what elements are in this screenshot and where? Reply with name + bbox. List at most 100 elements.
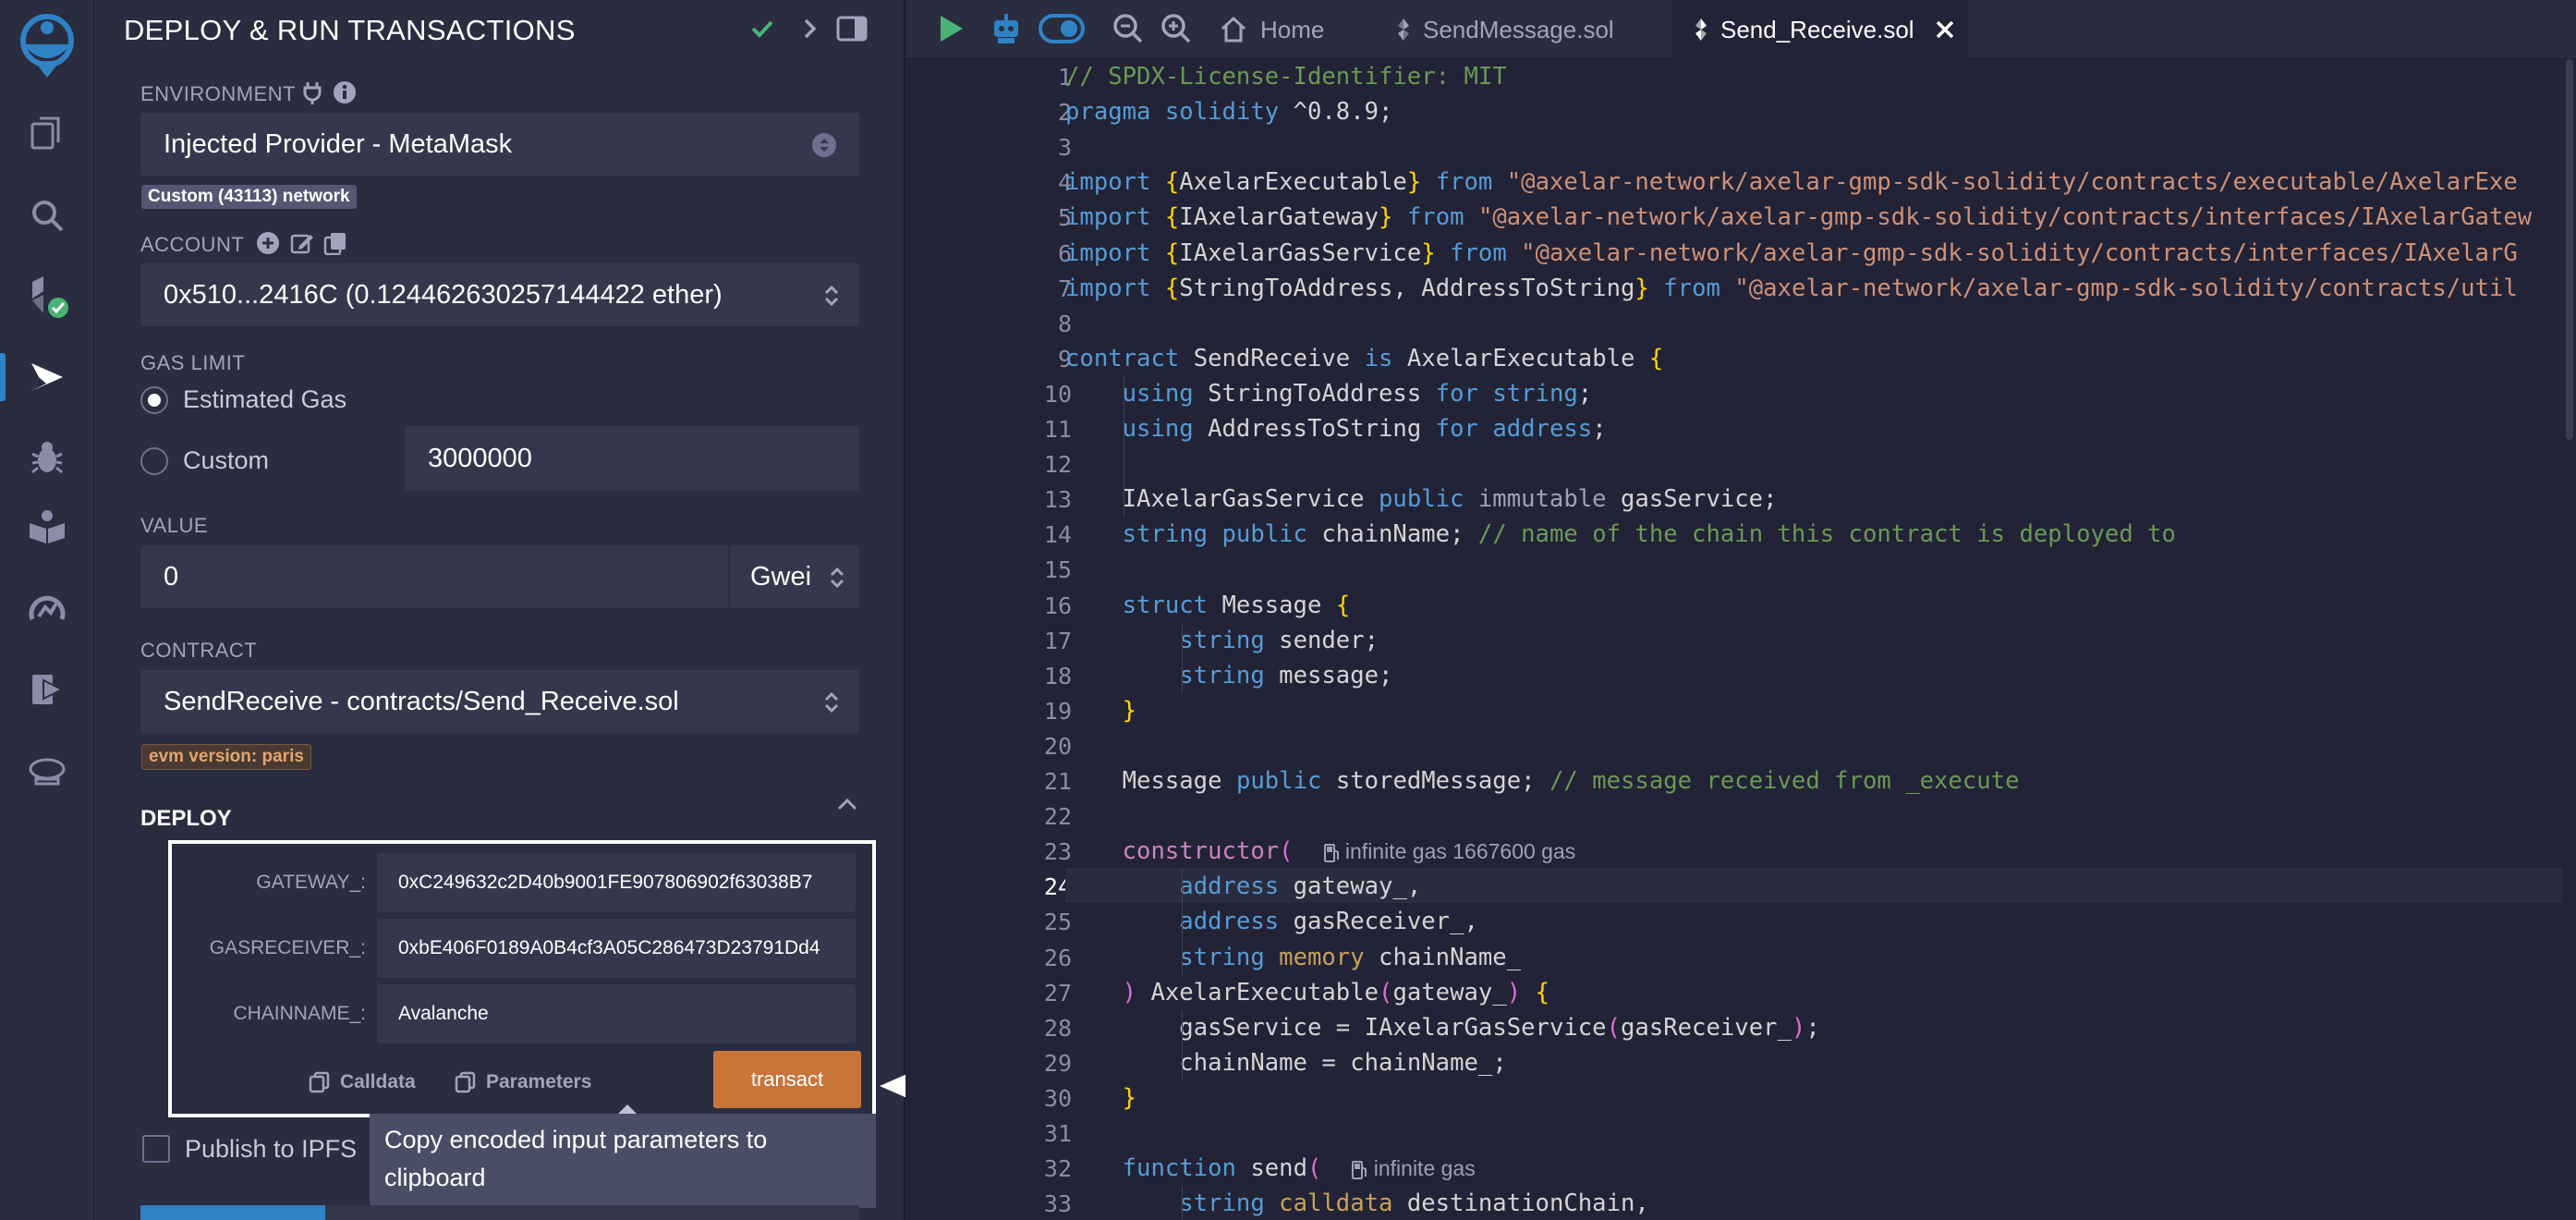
code-line: string public chainName; // name of the … [1122, 520, 2176, 549]
param-label: CHAINNAME_: [233, 1003, 366, 1024]
run-script-icon[interactable] [19, 662, 75, 717]
line-number: 32 [1043, 1155, 1072, 1183]
account-label: ACCOUNT [140, 233, 245, 256]
line-number: 9 [1057, 345, 1072, 372]
line-number: 2 [1057, 99, 1072, 127]
account-select[interactable]: 0x510...2416C (0.124462630257144422 ethe… [140, 263, 859, 326]
deploy-button[interactable] [140, 1205, 325, 1220]
line-number: 26 [1043, 944, 1072, 971]
transact-button[interactable]: transact [713, 1051, 861, 1108]
value-unit: Gwei [750, 561, 812, 592]
line-number: 19 [1043, 697, 1072, 725]
gateway-input[interactable]: 0xC249632c2D40b9001FE907806902f63038B7 [377, 853, 856, 912]
network-badge: Custom (43113) network [141, 185, 357, 209]
value-input[interactable]: 0 [140, 545, 728, 608]
indent-guide [1182, 869, 1183, 975]
line-number: 13 [1043, 486, 1072, 514]
gas-estimate-text: infinite gas [1373, 1156, 1476, 1181]
code-line: IAxelarGasService public immutable gasSe… [1122, 485, 1778, 514]
run-icon[interactable] [933, 12, 966, 45]
custom-gas-radio[interactable] [140, 447, 168, 475]
code-line: } [1122, 696, 1137, 725]
code-line: chainName = chainName_; [1179, 1048, 1507, 1077]
publish-ipfs-label: Publish to IPFS [185, 1135, 358, 1163]
zoom-in-icon[interactable] [1160, 13, 1192, 44]
line-number: 22 [1043, 803, 1072, 831]
code-line: import {IAxelarGateway} from "@axelar-ne… [1065, 203, 2533, 232]
deploy-label: DEPLOY [140, 806, 232, 831]
add-account-icon[interactable] [256, 231, 280, 255]
line-number: 4 [1057, 169, 1072, 197]
gas-limit-input[interactable]: 3000000 [405, 426, 859, 491]
tab-send-receive[interactable]: Send_Receive.sol [1672, 0, 1968, 59]
copy-icon[interactable] [323, 231, 347, 255]
search-icon[interactable] [19, 188, 75, 243]
estimated-gas-label: Estimated Gas [183, 385, 347, 413]
line-number: 11 [1043, 416, 1072, 443]
line-number: 30 [1043, 1084, 1072, 1112]
contract-select[interactable]: SendReceive - contracts/Send_Receive.sol [140, 670, 859, 733]
toggle-panel-icon[interactable] [836, 15, 868, 43]
code-line: using StringToAddress for string; [1122, 379, 1593, 408]
info-icon[interactable] [333, 80, 357, 104]
deploy-run-panel: DEPLOY & RUN TRANSACTIONS ENVIRONMENT In… [94, 0, 905, 1220]
check-icon [748, 15, 776, 43]
learneth-icon[interactable] [19, 499, 75, 555]
solidity-file-icon [1693, 17, 1709, 43]
code-line: } [1122, 1083, 1137, 1112]
estimated-gas-radio[interactable] [140, 386, 168, 414]
publish-ipfs-checkbox[interactable] [142, 1135, 170, 1163]
code-line: struct Message { [1122, 591, 1351, 619]
gasreceiver-input[interactable]: 0xbE406F0189A0B4cf3A05C286473D23791Dd4 [377, 919, 856, 978]
chevron-up-icon[interactable] [833, 791, 861, 819]
code-line: pragma solidity ^0.8.9; [1065, 98, 1393, 127]
calldata-button[interactable]: Calldata [309, 1071, 416, 1093]
icon-panel [0, 0, 94, 1220]
line-number: 25 [1043, 909, 1072, 936]
solidity-compiler-icon[interactable] [19, 268, 75, 323]
debugger-icon[interactable] [19, 430, 75, 485]
custom-gas-label: Custom [183, 446, 270, 474]
code-line: import {StringToAddress, AddressToString… [1065, 274, 2518, 302]
environment-value: Injected Provider - MetaMask [164, 128, 513, 159]
editor-tabbar: Home SendMessage.sol Send_Receive.sol [905, 0, 2576, 59]
at-address-input[interactable] [325, 1205, 859, 1220]
tab-sendmessage-label: SendMessage.sol [1423, 15, 1614, 43]
environment-select[interactable]: Injected Provider - MetaMask [140, 113, 859, 176]
analysis-icon[interactable] [19, 580, 75, 636]
select-arrows-icon [822, 690, 841, 714]
file-explorer-icon[interactable] [19, 105, 75, 161]
remix-logo-icon[interactable] [7, 7, 87, 81]
line-number: 6 [1057, 239, 1072, 267]
chef-hat-icon[interactable] [19, 743, 75, 799]
calldata-label: Calldata [340, 1071, 416, 1092]
chainname-input[interactable]: Avalanche [377, 984, 856, 1043]
select-arrows-icon [811, 132, 837, 158]
line-number: 23 [1043, 838, 1072, 866]
environment-label: ENVIRONMENT [140, 82, 297, 105]
deploy-run-icon[interactable] [0, 349, 75, 405]
code-editor[interactable]: // SPDX-License-Identifier: MIT pragma so… [1065, 59, 2562, 1220]
code-line: Message public storedMessage; // message… [1122, 767, 2020, 795]
value-unit-select[interactable]: Gwei [730, 545, 859, 608]
chevron-right-icon[interactable] [796, 15, 824, 43]
copy-icon [455, 1071, 477, 1093]
line-number: 16 [1043, 592, 1072, 619]
code-line: constructor( infinite gas 1667600 gas [1122, 837, 1576, 866]
tab-sendmessage[interactable]: SendMessage.sol [1395, 0, 1614, 59]
robot-icon[interactable] [989, 11, 1024, 46]
copy-icon [309, 1071, 331, 1093]
line-number-gutter: 1 2 3 4 5 6 7 8 9 10 11 12 13 14 15 16 17 18 19 20 21 22 23 24 2… [905, 59, 1072, 1220]
toggle-icon[interactable] [1039, 13, 1085, 44]
code-line: ) AxelarExecutable(gateway_) { [1122, 978, 1549, 1006]
parameters-button[interactable]: Parameters [455, 1071, 591, 1093]
scrollbar[interactable] [2566, 59, 2573, 440]
indent-guide [1182, 1009, 1183, 1080]
plug-icon [302, 80, 322, 104]
close-icon[interactable] [1935, 19, 1955, 40]
param-label: GATEWAY_: [256, 872, 366, 893]
zoom-out-icon[interactable] [1112, 13, 1144, 44]
tab-home[interactable]: Home [1220, 0, 1324, 59]
edit-icon[interactable] [290, 231, 314, 255]
code-line: function send( infinite gas [1122, 1154, 1476, 1183]
